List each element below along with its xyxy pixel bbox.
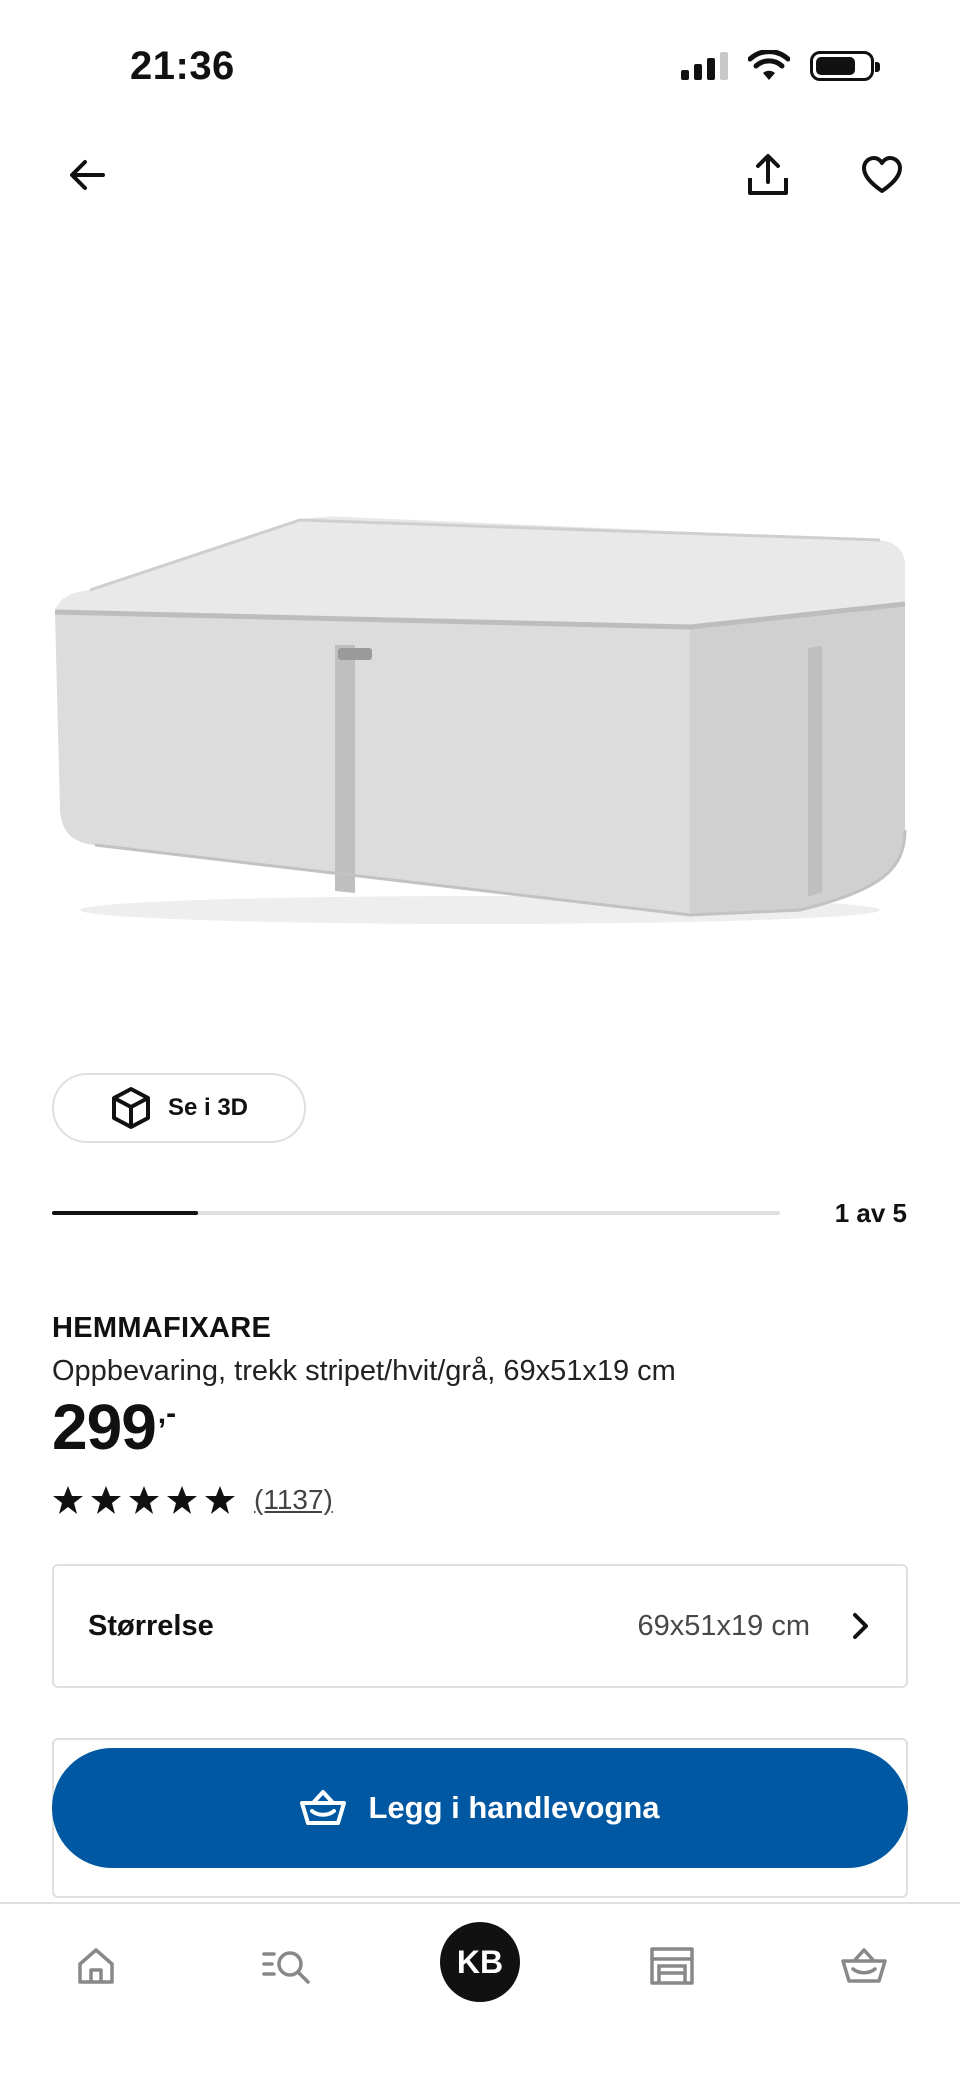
star-icon <box>91 1486 121 1514</box>
share-button[interactable] <box>733 140 803 210</box>
avatar: KB <box>440 1922 520 2002</box>
status-bar: 21:36 <box>0 0 960 140</box>
view-in-3d-button[interactable]: Se i 3D <box>52 1073 306 1143</box>
tab-profile[interactable]: KB <box>440 1922 520 2002</box>
back-button[interactable] <box>52 140 122 210</box>
tab-search[interactable] <box>247 1926 327 2006</box>
size-value: 69x51x19 cm <box>637 1609 811 1642</box>
cellular-signal-icon <box>681 52 728 80</box>
wifi-icon <box>748 50 790 80</box>
star-icon <box>53 1486 83 1514</box>
basket-icon <box>300 1790 347 1825</box>
rating-count-link[interactable]: (1137) <box>254 1484 333 1516</box>
product-price: 299 ,- <box>52 1395 176 1459</box>
product-rating[interactable]: (1137) <box>52 1484 333 1516</box>
product-image[interactable] <box>0 230 960 1050</box>
battery-icon <box>810 51 880 81</box>
product-name: HEMMAFIXARE <box>52 1312 272 1344</box>
home-icon <box>78 1948 114 1984</box>
cube-3d-icon <box>111 1087 150 1129</box>
status-icons <box>681 50 880 82</box>
rating-stars <box>52 1484 236 1516</box>
basket-icon <box>841 1948 887 1983</box>
star-icon <box>167 1486 197 1514</box>
share-icon <box>748 154 788 195</box>
search-icon <box>262 1951 310 1984</box>
tab-cart[interactable] <box>824 1926 904 2006</box>
size-selector[interactable]: Størrelse 69x51x19 cm <box>52 1564 908 1688</box>
star-icon <box>129 1486 159 1514</box>
arrow-left-icon <box>70 160 105 190</box>
gallery-progress: 1 av 5 <box>52 1198 907 1228</box>
product-description: Oppbevaring, trekk stripet/hvit/grå, 69x… <box>52 1355 676 1387</box>
bottom-nav: KB <box>0 1902 960 2086</box>
gallery-counter: 1 av 5 <box>834 1198 907 1228</box>
gallery-progress-track <box>52 1211 780 1215</box>
favorite-button[interactable] <box>847 140 917 210</box>
star-icon <box>205 1486 235 1514</box>
tab-stores[interactable] <box>632 1926 712 2006</box>
chevron-right-icon <box>853 1613 868 1639</box>
heart-icon <box>862 156 902 193</box>
price-integer: 299 <box>52 1391 157 1463</box>
price-suffix: ,- <box>157 1397 177 1430</box>
gallery-progress-fill <box>52 1211 198 1215</box>
view-in-3d-label: Se i 3D <box>167 1094 249 1121</box>
top-nav <box>0 140 960 240</box>
add-to-cart-button[interactable]: Legg i handlevogna <box>52 1748 908 1868</box>
add-to-cart-label: Legg i handlevogna <box>368 1790 660 1825</box>
status-time: 21:36 <box>130 44 235 88</box>
tab-home[interactable] <box>56 1926 136 2006</box>
store-icon <box>650 1947 694 1985</box>
size-label: Størrelse <box>88 1609 214 1642</box>
